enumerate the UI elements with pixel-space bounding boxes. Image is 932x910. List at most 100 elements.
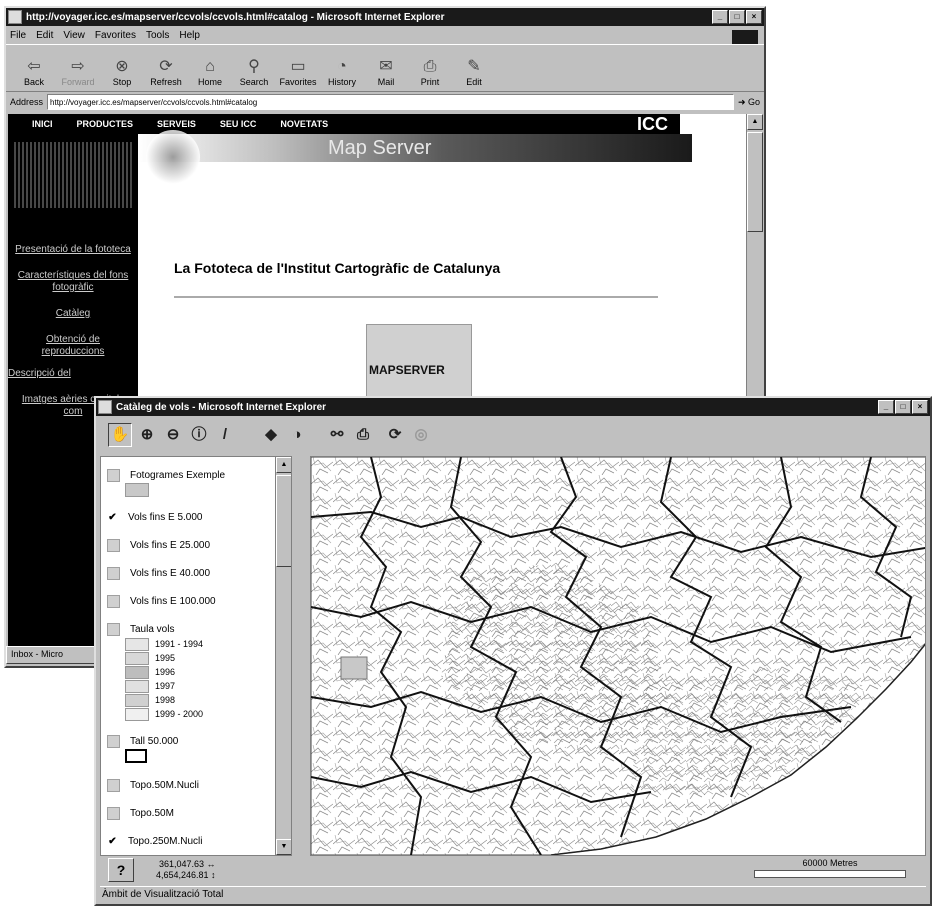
swatch	[125, 665, 149, 679]
refresh-icon: ⟳	[159, 58, 173, 75]
layer-checkbox[interactable]	[107, 468, 120, 482]
nav-seu-icc[interactable]: SEU ICC	[220, 119, 257, 129]
icc-logo: ICC	[637, 114, 668, 134]
sidebar-link-descripcio[interactable]: Descripció del	[8, 368, 132, 380]
legend-scrollbar[interactable]: ▲ ▼	[275, 457, 291, 855]
layer-checkbox[interactable]	[107, 538, 120, 552]
mapserver-logo[interactable]: MAPSERVER	[366, 324, 472, 402]
swatch	[125, 707, 149, 721]
banner: Map Server	[138, 130, 692, 184]
map-status-bar: ? 361,047.63 ↔ 4,654,246.81 ↕ 60000 Metr…	[100, 856, 926, 884]
stop-icon: ⊗	[115, 58, 129, 75]
help-button[interactable]: ?	[108, 858, 134, 882]
refresh-button[interactable]: ⟳ Refresh	[144, 57, 188, 91]
maximize-button[interactable]: □	[729, 10, 745, 24]
layer-topo-50m-nucli[interactable]: Topo.50M.Nucli	[107, 777, 291, 793]
menu-file[interactable]: File	[10, 30, 26, 41]
map-view[interactable]	[310, 456, 926, 856]
close-button[interactable]: ×	[746, 10, 762, 24]
menu-tools[interactable]: Tools	[146, 30, 169, 41]
sidebar-link-caracteristiques[interactable]: Característiques del fons fotogràfic	[14, 270, 132, 294]
forward-button[interactable]: ⇨ Forward	[56, 57, 100, 91]
scroll-thumb[interactable]	[276, 475, 291, 567]
layer-checkbox[interactable]	[107, 566, 120, 580]
taskbar-button-inbox[interactable]: Inbox - Micro	[6, 646, 102, 664]
go-button[interactable]: ➜ Go	[738, 97, 760, 108]
scroll-up-button[interactable]: ▲	[747, 114, 763, 130]
print-button[interactable]: ⎙ Print	[408, 57, 452, 91]
scale-bar: 60000 Metres	[754, 858, 906, 878]
history-button[interactable]: ◔ History	[320, 57, 364, 91]
stop-icon[interactable]: ◎	[410, 424, 432, 446]
zoom-in-icon[interactable]: ⊕	[136, 424, 158, 446]
window-title: http://voyager.icc.es/mapserver/ccvols/c…	[26, 11, 445, 23]
menu-edit[interactable]: Edit	[36, 30, 53, 41]
page-heading: La Fototeca de l'Institut Cartogràfic de…	[174, 260, 501, 276]
stop-button[interactable]: ⊗ Stop	[100, 57, 144, 91]
title-bar: http://voyager.icc.es/mapserver/ccvols/c…	[6, 8, 764, 26]
sidebar-link-cataleg[interactable]: Catàleg	[14, 308, 132, 320]
search-button[interactable]: ⚲ Search	[232, 57, 276, 91]
sidebar-link-obtencio[interactable]: Obtenció de reproduccions	[14, 334, 132, 358]
nav-inici[interactable]: INICI	[32, 119, 53, 129]
layer-checkbox[interactable]	[107, 778, 120, 792]
address-input[interactable]: http://voyager.icc.es/mapserver/ccvols/c…	[47, 94, 734, 110]
close-button[interactable]: ×	[912, 400, 928, 414]
scroll-down-button[interactable]: ▼	[276, 839, 291, 855]
windows-logo-icon	[732, 30, 758, 44]
layer-vols-100000[interactable]: Vols fins E 100.000	[107, 593, 291, 609]
year-1995: 1995	[125, 651, 291, 665]
layer-topo-250m-nucli[interactable]: ✔ Topo.250M.Nucli	[107, 833, 291, 849]
swatch	[125, 637, 149, 651]
pan-hand-icon[interactable]: ✋	[108, 423, 132, 447]
layer-vols-25000[interactable]: Vols fins E 25.000	[107, 537, 291, 553]
layer-vols-40000[interactable]: Vols fins E 40.000	[107, 565, 291, 581]
menu-favorites[interactable]: Favorites	[95, 30, 136, 41]
sidebar-link-presentacio[interactable]: Presentació de la fototeca	[14, 244, 132, 256]
layer-taula-vols[interactable]: Taula vols	[107, 621, 291, 637]
favorites-button[interactable]: ▭ Favorites	[276, 57, 320, 91]
swatch	[125, 749, 147, 763]
layer-checkbox[interactable]	[107, 806, 120, 820]
swatch	[125, 693, 149, 707]
nav-serveis[interactable]: SERVEIS	[157, 119, 196, 129]
menu-view[interactable]: View	[63, 30, 85, 41]
minimize-button[interactable]: _	[712, 10, 728, 24]
layer-tall-50000[interactable]: Tall 50.000	[107, 733, 291, 749]
maximize-button[interactable]: □	[895, 400, 911, 414]
minimize-button[interactable]: _	[878, 400, 894, 414]
home-icon: ⌂	[205, 58, 215, 75]
zoom-out-icon[interactable]: ⊖	[162, 424, 184, 446]
menu-help[interactable]: Help	[179, 30, 200, 41]
layer-checkbox[interactable]: ✔	[107, 511, 118, 523]
info-icon[interactable]: ⓘ	[188, 424, 210, 446]
nav-productes[interactable]: PRODUCTES	[77, 119, 134, 129]
home-button[interactable]: ⌂ Home	[188, 57, 232, 91]
search-icon: ⚲	[248, 58, 260, 75]
address-bar: Address http://voyager.icc.es/mapserver/…	[6, 92, 764, 112]
browser-window-catalog: Catàleg de vols - Microsoft Internet Exp…	[94, 396, 932, 906]
full-extent-icon[interactable]: ◑	[286, 424, 308, 446]
scroll-thumb[interactable]	[747, 132, 763, 232]
map-canvas[interactable]	[311, 457, 926, 855]
back-arrow-icon[interactable]: ◆	[260, 424, 282, 446]
binoculars-icon[interactable]: ⚯	[326, 424, 348, 446]
print-icon[interactable]: ⎙	[352, 424, 374, 446]
layer-fotogrames[interactable]: Fotogrames Exemple	[107, 467, 291, 483]
scroll-up-button[interactable]: ▲	[276, 457, 291, 473]
layer-checkbox[interactable]	[107, 594, 120, 608]
layer-checkbox[interactable]	[107, 734, 120, 748]
layer-topo-50m[interactable]: Topo.50M	[107, 805, 291, 821]
layer-checkbox[interactable]: ✔	[107, 835, 118, 847]
banner-title: Map Server	[328, 137, 432, 159]
swatch	[125, 651, 149, 665]
refresh-icon[interactable]: ⟳	[384, 424, 406, 446]
measure-icon[interactable]: /	[214, 424, 236, 446]
back-button[interactable]: ⇦ Back	[12, 57, 56, 91]
mail-button[interactable]: ✉ Mail	[364, 57, 408, 91]
edit-button[interactable]: ✎ Edit	[452, 57, 496, 91]
layer-vols-5000[interactable]: ✔ Vols fins E 5.000	[107, 509, 291, 525]
layer-checkbox[interactable]	[107, 622, 120, 636]
nav-novetats[interactable]: NOVETATS	[280, 119, 328, 129]
year-1996: 1996	[125, 665, 291, 679]
